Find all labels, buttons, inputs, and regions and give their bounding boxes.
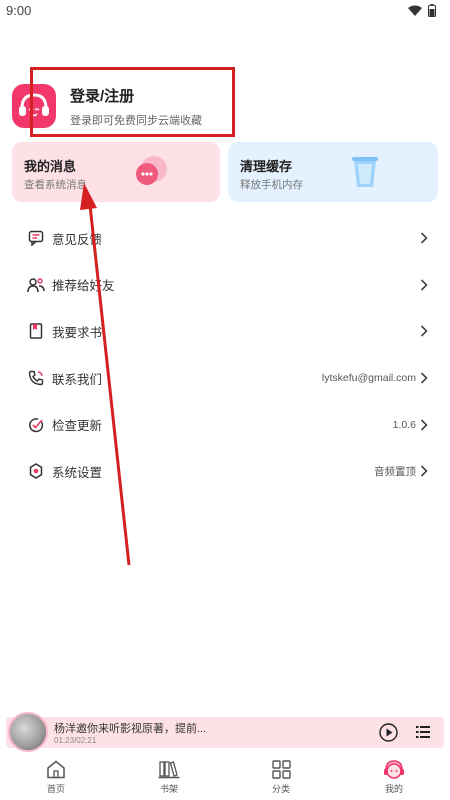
tile-title: 清理缓存 bbox=[240, 159, 293, 174]
menu-item-contact[interactable]: 联系我们 lytskefu@gmail.com bbox=[0, 355, 450, 402]
clear-cache-tile[interactable]: 清理缓存 释放手机内存 bbox=[228, 142, 438, 202]
tab-label: 分类 bbox=[271, 784, 290, 794]
profile-mascot-icon bbox=[383, 759, 405, 779]
menu-label: 系统设置 bbox=[52, 465, 103, 480]
player-cover[interactable] bbox=[8, 712, 48, 752]
status-time: 9:00 bbox=[6, 3, 32, 18]
status-icons bbox=[408, 4, 436, 17]
menu-item-book-request[interactable]: 我要求书 bbox=[0, 308, 450, 355]
cache-cup-icon bbox=[352, 157, 378, 187]
mini-player[interactable]: 杨洋邀你来听影视原著，提前... 01:23/02:21 bbox=[6, 712, 444, 752]
menu-item-settings[interactable]: 系统设置 音频置顶 bbox=[0, 448, 450, 495]
update-icon bbox=[27, 416, 45, 434]
my-messages-tile[interactable]: 我的消息 查看系统消息 bbox=[12, 142, 220, 202]
settings-menu: 意见反馈 推荐给好友 我要求书 联系我们 lytskefu@gmail.com … bbox=[0, 215, 450, 495]
tab-label: 我的 bbox=[384, 784, 403, 794]
chevron-right-icon bbox=[420, 465, 430, 477]
share-friends-icon bbox=[27, 276, 45, 294]
annotation-highlight-box bbox=[30, 67, 235, 137]
tile-title: 我的消息 bbox=[24, 159, 77, 174]
menu-item-feedback[interactable]: 意见反馈 bbox=[0, 215, 450, 262]
chevron-right-icon bbox=[420, 325, 430, 338]
tab-label: 书架 bbox=[159, 784, 178, 794]
tab-mine[interactable]: 我的 bbox=[364, 759, 424, 797]
message-bubbles-icon bbox=[136, 156, 167, 185]
play-icon[interactable] bbox=[379, 723, 398, 742]
menu-value: lytskefu@gmail.com bbox=[321, 372, 416, 385]
chevron-right-icon bbox=[420, 232, 430, 244]
status-bar: 9:00 bbox=[0, 0, 450, 22]
player-title[interactable]: 杨洋邀你来听影视原著，提前... bbox=[54, 720, 206, 736]
menu-label: 意见反馈 bbox=[52, 232, 103, 247]
bookshelf-icon bbox=[158, 759, 180, 779]
wifi-icon bbox=[408, 5, 422, 16]
menu-item-update[interactable]: 检查更新 1.0.6 bbox=[0, 401, 450, 448]
tab-label: 首页 bbox=[46, 784, 65, 794]
chevron-right-icon bbox=[420, 279, 430, 291]
tile-subtitle: 查看系统消息 bbox=[24, 179, 87, 191]
battery-icon bbox=[428, 4, 436, 17]
menu-label: 推荐给好友 bbox=[52, 279, 115, 294]
menu-value: 音频置顶 bbox=[374, 465, 416, 478]
menu-value: 1.0.6 bbox=[392, 418, 416, 431]
menu-item-share[interactable]: 推荐给好友 bbox=[0, 262, 450, 309]
playlist-icon[interactable] bbox=[416, 725, 430, 739]
menu-label: 我要求书 bbox=[52, 325, 103, 340]
settings-icon bbox=[27, 462, 45, 480]
book-request-icon bbox=[27, 322, 45, 340]
chevron-right-icon bbox=[420, 419, 430, 431]
feedback-icon bbox=[27, 229, 45, 247]
chevron-right-icon bbox=[420, 372, 430, 384]
player-time: 01:23/02:21 bbox=[54, 736, 97, 745]
category-grid-icon bbox=[270, 759, 292, 779]
menu-label: 联系我们 bbox=[52, 372, 103, 387]
quick-tiles: 我的消息 查看系统消息 清理缓存 释放手机内存 bbox=[12, 142, 438, 202]
phone-icon bbox=[27, 369, 45, 387]
tile-subtitle: 释放手机内存 bbox=[240, 179, 303, 191]
menu-label: 检查更新 bbox=[52, 419, 103, 434]
tab-category[interactable]: 分类 bbox=[251, 759, 311, 797]
home-icon bbox=[45, 759, 67, 779]
tab-bookshelf[interactable]: 书架 bbox=[139, 759, 199, 797]
bottom-tab-bar: 首页 书架 分类 我的 bbox=[0, 755, 450, 800]
tab-home[interactable]: 首页 bbox=[26, 759, 86, 797]
